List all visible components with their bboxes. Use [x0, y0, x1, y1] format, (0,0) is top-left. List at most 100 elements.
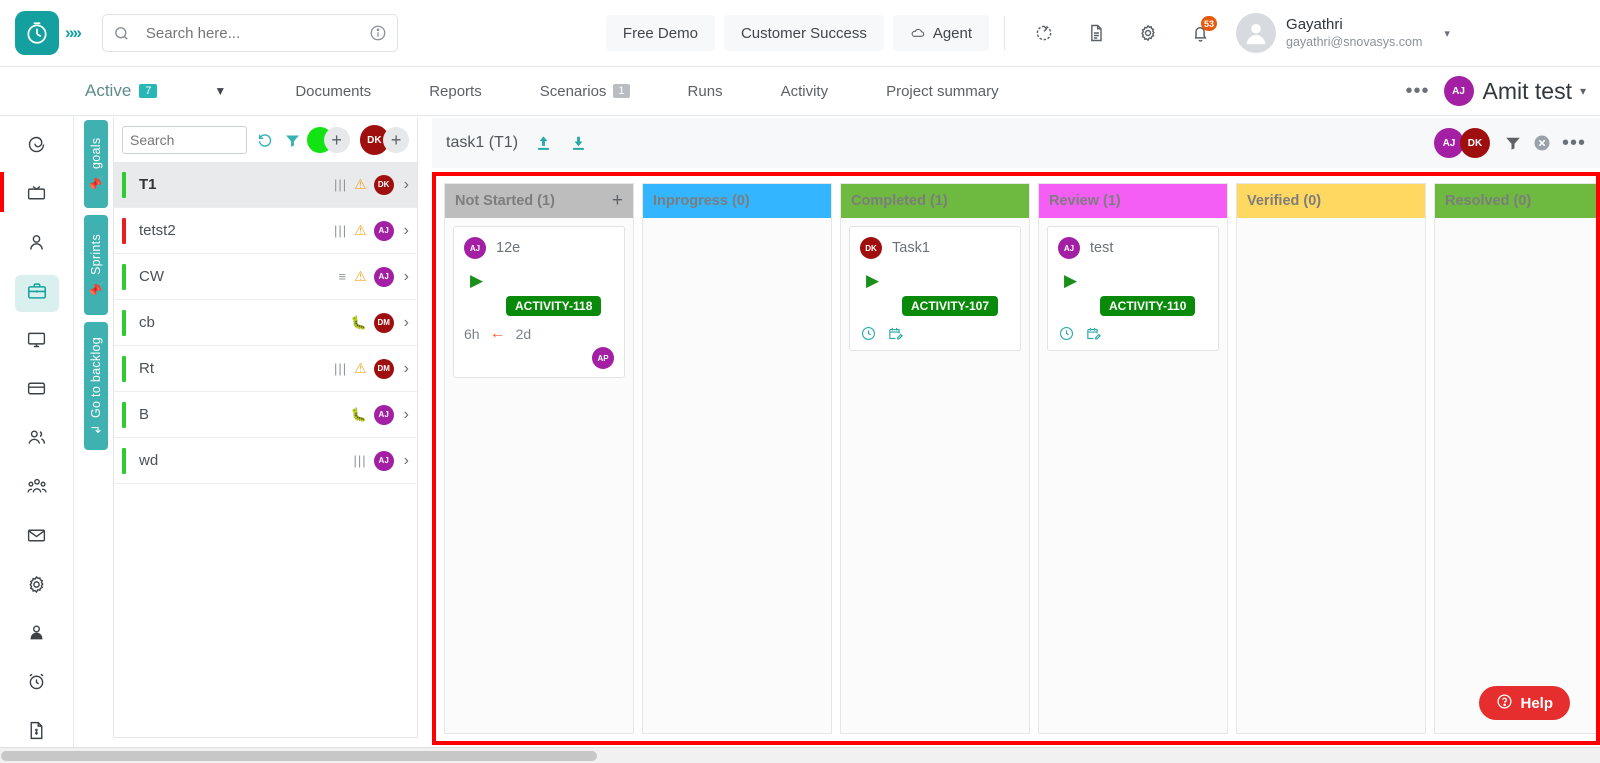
- global-search[interactable]: [102, 14, 398, 52]
- sidebar-item-billing[interactable]: [15, 372, 59, 410]
- active-filter[interactable]: Active 7: [85, 81, 157, 101]
- tab-project-summary[interactable]: Project summary: [857, 83, 1028, 100]
- assignee-avatar[interactable]: DM: [374, 313, 394, 333]
- assignee-avatar[interactable]: AJ: [374, 267, 394, 287]
- refresh-icon[interactable]: [1026, 15, 1062, 51]
- assignee-avatar[interactable]: DK: [374, 175, 394, 195]
- chevron-down-icon[interactable]: ▾: [1444, 27, 1450, 40]
- chevron-right-icon[interactable]: ›: [404, 452, 409, 470]
- chevron-down-icon[interactable]: ▼: [214, 84, 226, 98]
- chevron-right-icon[interactable]: ›: [404, 176, 409, 194]
- play-icon[interactable]: ▶: [866, 271, 1010, 291]
- sidebar-item-account[interactable]: [15, 616, 59, 654]
- activity-badge[interactable]: ACTIVITY-110: [1100, 296, 1195, 316]
- user-menu[interactable]: Gayathri gayathri@snovasys.com ▾: [1236, 13, 1450, 53]
- download-icon[interactable]: [569, 134, 588, 153]
- board-avatar[interactable]: DK: [1460, 128, 1490, 158]
- add-card-button[interactable]: +: [612, 190, 623, 212]
- clock-icon[interactable]: [1058, 325, 1075, 342]
- assignee-avatar[interactable]: DM: [374, 359, 394, 379]
- sidebar-item-settings[interactable]: [15, 568, 59, 606]
- assignee-avatar[interactable]: AJ: [374, 405, 394, 425]
- tab-activity[interactable]: Activity: [752, 83, 858, 100]
- sidebar-item-dashboard[interactable]: [15, 128, 59, 166]
- app-logo[interactable]: [15, 11, 59, 55]
- task-row[interactable]: B 🐛 AJ ›: [114, 392, 417, 438]
- column-body[interactable]: DK Task1 ▶ ACTIVITY-107: [841, 218, 1029, 733]
- assignee-avatar[interactable]: AJ: [374, 451, 394, 471]
- customer-success-button[interactable]: Customer Success: [724, 15, 884, 51]
- task-row[interactable]: CW ≡ ⚠ AJ ›: [114, 254, 417, 300]
- more-dots-icon[interactable]: •••: [1562, 132, 1586, 155]
- calendar-edit-icon[interactable]: [1085, 325, 1102, 342]
- task-row[interactable]: cb 🐛 DM ›: [114, 300, 417, 346]
- scrollbar-thumb[interactable]: [1, 751, 597, 761]
- horizontal-scrollbar[interactable]: [0, 747, 1600, 763]
- chevron-right-icon[interactable]: ›: [404, 314, 409, 332]
- column-body[interactable]: [1237, 218, 1425, 733]
- sidebar-item-users[interactable]: [15, 421, 59, 459]
- tab-documents[interactable]: Documents: [266, 83, 400, 100]
- reset-icon[interactable]: [256, 131, 275, 150]
- play-icon[interactable]: ▶: [1064, 271, 1208, 291]
- tab-scenarios[interactable]: Scenarios 1: [511, 83, 659, 100]
- column-body[interactable]: [643, 218, 831, 733]
- chevron-right-icon[interactable]: ›: [404, 222, 409, 240]
- sidebar-item-teams[interactable]: [15, 470, 59, 508]
- add-task-button[interactable]: +: [324, 127, 350, 153]
- calendar-edit-icon[interactable]: [887, 325, 904, 342]
- gear-icon[interactable]: [1130, 15, 1166, 51]
- filter-icon[interactable]: [1504, 134, 1522, 152]
- task-row-meta: ||| AJ ›: [354, 451, 409, 471]
- column-body[interactable]: [1435, 218, 1600, 733]
- kanban-card[interactable]: AJ 12e ▶ ACTIVITY-118 6h ← 2d AP: [453, 226, 625, 378]
- card-avatar[interactable]: AJ: [1058, 237, 1080, 259]
- sidebar-item-profile[interactable]: [15, 226, 59, 264]
- tab-reports[interactable]: Reports: [400, 83, 511, 100]
- agent-button[interactable]: Agent: [893, 15, 989, 51]
- chevron-down-icon[interactable]: ▾: [1580, 84, 1586, 98]
- task-row[interactable]: Rt ||| ⚠ DM ›: [114, 346, 417, 392]
- document-icon[interactable]: [1078, 15, 1114, 51]
- task-search-input[interactable]: [122, 126, 247, 154]
- activity-badge[interactable]: ACTIVITY-107: [902, 296, 998, 316]
- sidebar-item-mail[interactable]: [15, 519, 59, 557]
- sidebar-item-board[interactable]: [15, 177, 59, 215]
- task-row[interactable]: wd ||| AJ ›: [114, 438, 417, 484]
- vtab-sprints[interactable]: 📌 Sprints: [84, 215, 108, 315]
- card-avatar[interactable]: AP: [592, 347, 614, 369]
- column-body[interactable]: AJ 12e ▶ ACTIVITY-118 6h ← 2d AP: [445, 218, 633, 733]
- chevron-right-icon[interactable]: ›: [404, 360, 409, 378]
- add-member-button[interactable]: +: [383, 127, 409, 153]
- task-row[interactable]: tetst2 ||| ⚠ AJ ›: [114, 208, 417, 254]
- kanban-card[interactable]: DK Task1 ▶ ACTIVITY-107: [849, 226, 1021, 351]
- free-demo-button[interactable]: Free Demo: [606, 15, 715, 51]
- card-avatar[interactable]: AJ: [464, 237, 486, 259]
- help-button[interactable]: Help: [1479, 686, 1570, 720]
- clear-circle-icon[interactable]: [1532, 133, 1552, 153]
- kanban-card[interactable]: AJ test ▶ ACTIVITY-110: [1047, 226, 1219, 351]
- bell-icon[interactable]: 53: [1182, 15, 1218, 51]
- upload-icon[interactable]: [534, 134, 553, 153]
- side-vertical-tabs: 📌 goals 📌 Sprints ↲ Go to backlog: [84, 120, 108, 457]
- assignee-avatar[interactable]: AJ: [374, 221, 394, 241]
- sidebar-item-timer[interactable]: [15, 665, 59, 703]
- sidebar-item-projects[interactable]: [15, 275, 59, 313]
- play-icon[interactable]: ▶: [470, 271, 614, 291]
- sidebar-item-monitor[interactable]: [15, 323, 59, 361]
- filter-icon[interactable]: [284, 132, 301, 149]
- info-icon[interactable]: [369, 24, 387, 42]
- task-row[interactable]: T1 ||| ⚠ DK ›: [114, 162, 417, 208]
- more-dots-icon[interactable]: •••: [1405, 80, 1429, 103]
- chevron-right-icon[interactable]: ›: [404, 406, 409, 424]
- vtab-go-to-backlog[interactable]: ↲ Go to backlog: [84, 322, 108, 450]
- search-input[interactable]: [146, 25, 369, 42]
- chevron-right-icon[interactable]: ›: [404, 268, 409, 286]
- column-body[interactable]: AJ test ▶ ACTIVITY-110: [1039, 218, 1227, 733]
- chevrons-right-icon[interactable]: »»: [65, 23, 80, 43]
- card-avatar[interactable]: DK: [860, 237, 882, 259]
- tab-runs[interactable]: Runs: [659, 83, 752, 100]
- vtab-goals[interactable]: 📌 goals: [84, 120, 108, 208]
- clock-icon[interactable]: [860, 325, 877, 342]
- activity-badge[interactable]: ACTIVITY-118: [506, 296, 601, 316]
